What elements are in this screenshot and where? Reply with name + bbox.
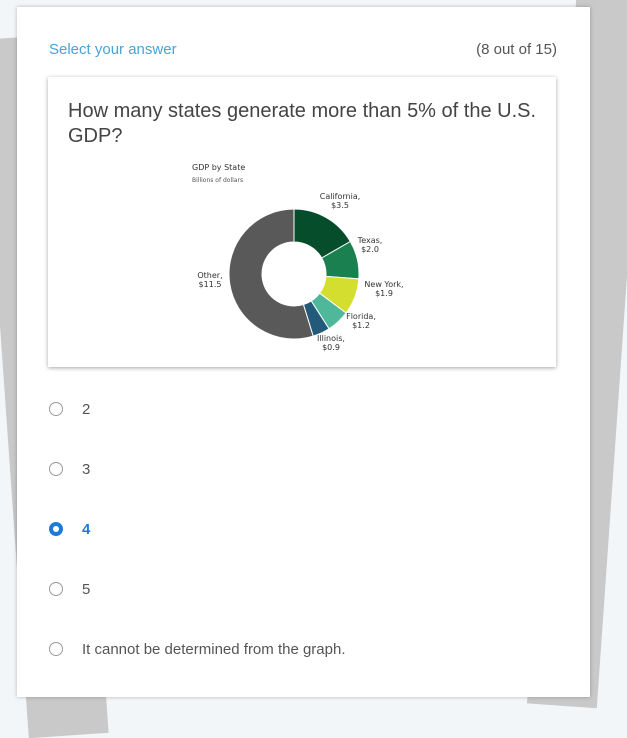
- header-title: Select your answer: [49, 41, 177, 58]
- answer-option[interactable]: 4: [49, 518, 569, 540]
- slice-label: Texas,: [357, 236, 383, 245]
- radio-selected-icon[interactable]: [49, 522, 63, 536]
- slice-value-label: $2.0: [361, 245, 379, 254]
- question-progress: (8 out of 15): [476, 41, 557, 58]
- slice-value-label: $3.5: [331, 201, 349, 210]
- radio-icon[interactable]: [49, 582, 63, 596]
- answer-option-label: 2: [82, 400, 91, 418]
- slice-value-label: $1.9: [375, 289, 393, 298]
- slice-value-label: $0.9: [322, 343, 340, 352]
- answer-option[interactable]: 3: [49, 458, 569, 480]
- slice-label: Other,: [197, 271, 222, 280]
- radio-icon[interactable]: [49, 462, 63, 476]
- answer-option[interactable]: 5: [49, 578, 569, 600]
- question-box: How many states generate more than 5% of…: [48, 77, 556, 367]
- answer-option-label: It cannot be determined from the graph.: [82, 640, 346, 658]
- answer-option-label: 5: [82, 580, 91, 598]
- slice-value-label: $1.2: [352, 321, 370, 330]
- answer-option-label: 3: [82, 460, 91, 478]
- answer-option[interactable]: 2: [49, 398, 569, 420]
- slice-label: New York,: [364, 280, 403, 289]
- slice-label: Illinois,: [317, 334, 345, 343]
- answer-option-label: 4: [82, 520, 91, 538]
- radio-icon[interactable]: [49, 402, 63, 416]
- slice-value-label: $11.5: [199, 280, 222, 289]
- answer-option[interactable]: It cannot be determined from the graph.: [49, 638, 569, 660]
- slice-label: California,: [320, 192, 361, 201]
- donut-chart: California,$3.5 Texas,$2.0 New York,$1.9 Fl…: [197, 192, 403, 352]
- slice-label: Florida,: [346, 312, 376, 321]
- radio-icon[interactable]: [49, 642, 63, 656]
- question-card: Select your answer (8 out of 15) How man…: [17, 7, 590, 697]
